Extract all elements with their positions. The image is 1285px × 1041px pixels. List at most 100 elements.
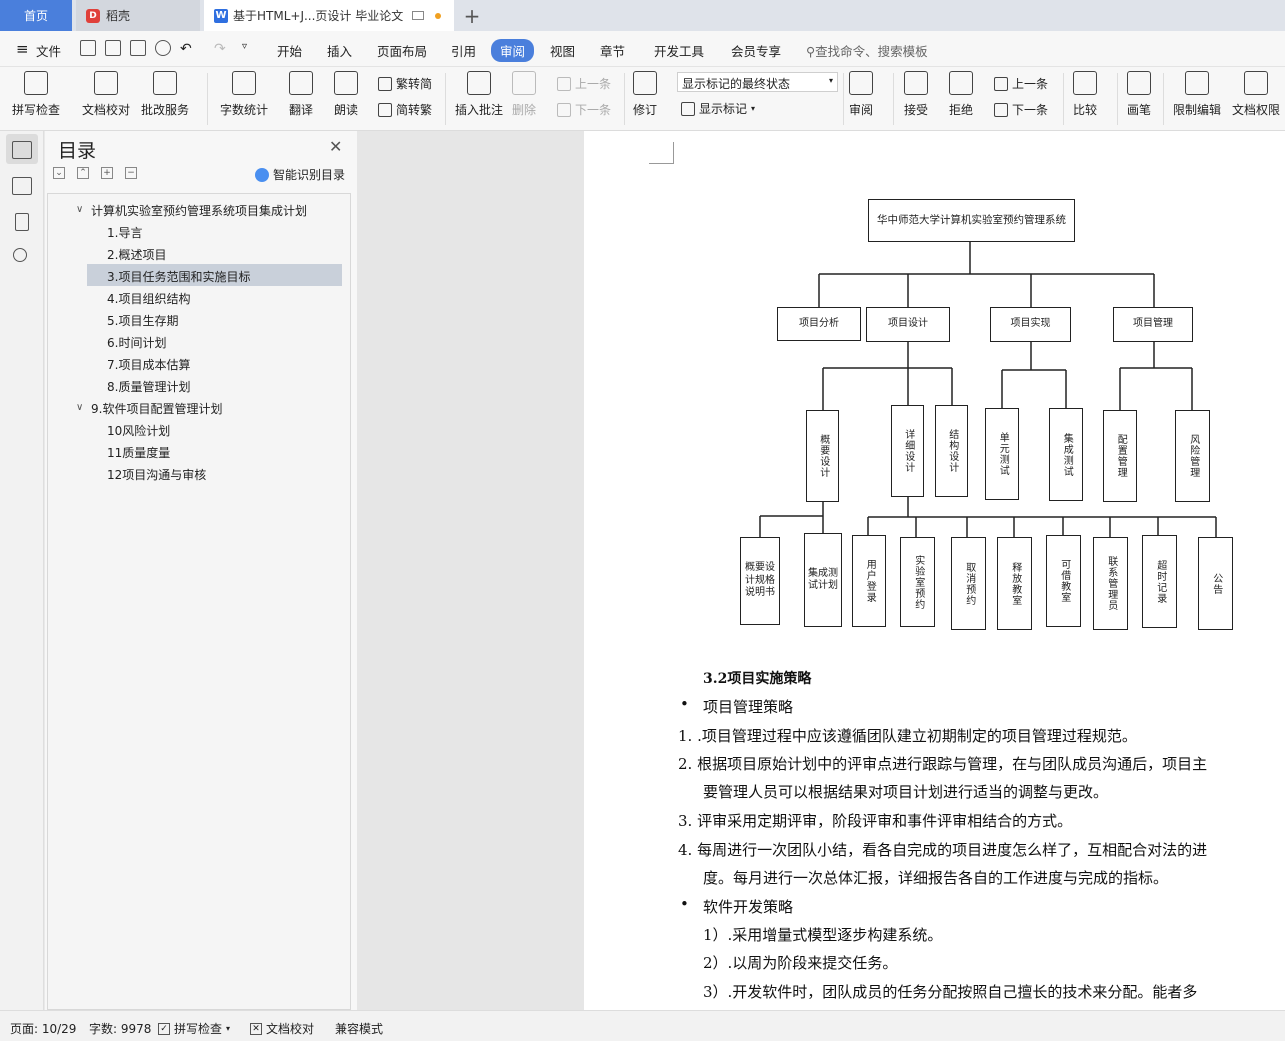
prev-comment-label: 上一条 xyxy=(575,77,612,91)
expand-up-icon[interactable]: ⌃ xyxy=(77,167,89,179)
show-marks-icon xyxy=(681,101,695,116)
status-spell-check[interactable]: ✓ 拼写检查 ▾ xyxy=(158,1020,230,1037)
toc-item[interactable]: 8.质量管理计划 xyxy=(107,378,190,395)
export-pdf-icon[interactable] xyxy=(105,40,121,56)
spell-check-button[interactable]: 拼写检查 xyxy=(12,71,60,118)
collapse-all-icon[interactable]: ⌄ xyxy=(53,167,65,179)
toc-item[interactable]: 计算机实验室预约管理系统项目集成计划 xyxy=(91,202,307,219)
menu-file[interactable]: 文件 xyxy=(36,41,61,60)
undo-icon[interactable]: ↶ xyxy=(180,41,192,57)
bullet-dot: • xyxy=(680,895,689,913)
review-pane-icon xyxy=(849,71,873,95)
expand-caret-icon[interactable]: ∨ xyxy=(76,402,83,413)
smart-toc-button[interactable]: 智能识别目录 xyxy=(255,166,345,183)
print-preview-icon[interactable] xyxy=(155,40,171,56)
pen-button[interactable]: 画笔 xyxy=(1127,71,1151,118)
reject-button[interactable]: 拒绝 xyxy=(949,71,973,118)
toc-item[interactable]: 9.软件项目配置管理计划 xyxy=(91,400,222,417)
bullet-text: 软件开发策略 xyxy=(703,898,794,916)
menu-insert[interactable]: 插入 xyxy=(327,41,352,60)
insert-comment-label: 插入批注 xyxy=(455,103,504,117)
next-change-button[interactable]: 下一条 xyxy=(994,101,1048,118)
word-count-button[interactable]: 字数统计 xyxy=(220,71,268,118)
proofread-button[interactable]: 文档校对 xyxy=(82,71,130,118)
compare-button[interactable]: 比较 xyxy=(1073,71,1097,118)
toc-item[interactable]: 2.概述项目 xyxy=(107,246,166,263)
next-change-label: 下一条 xyxy=(1012,103,1049,117)
toc-list xyxy=(47,193,351,1010)
tab-home[interactable]: 首页 xyxy=(0,0,72,31)
find-icon[interactable] xyxy=(13,248,27,262)
menu-view[interactable]: 视图 xyxy=(550,41,575,60)
markup-state-value: 显示标记的最终状态 xyxy=(682,77,791,91)
next-comment-button[interactable]: 下一条 xyxy=(557,101,611,118)
new-tab-button[interactable]: + xyxy=(462,0,482,31)
prev-comment-button[interactable]: 上一条 xyxy=(557,75,611,92)
add-level-icon[interactable]: + xyxy=(101,167,113,179)
writer-logo-icon: W xyxy=(214,8,228,23)
toc-item[interactable]: 4.项目组织结构 xyxy=(107,290,190,307)
prev-change-button[interactable]: 上一条 xyxy=(994,75,1048,92)
menu-review[interactable]: 审阅 xyxy=(491,39,535,62)
word-count-indicator[interactable]: 字数: 9978 xyxy=(89,1020,151,1037)
toc-item-selected[interactable]: 3.项目任务范围和实施目标 xyxy=(87,264,342,286)
delete-comment-button[interactable]: 删除 xyxy=(512,71,536,118)
menu-references[interactable]: 引用 xyxy=(451,41,476,60)
trad-to-simp-button[interactable]: 繁转简 xyxy=(378,75,432,92)
redo-icon[interactable]: ↷ xyxy=(214,41,226,57)
org-l3-box: 集成测试计划 xyxy=(804,533,842,627)
expand-caret-icon[interactable]: ∨ xyxy=(76,204,83,215)
accept-button[interactable]: 接受 xyxy=(904,71,928,118)
command-search[interactable]: ⚲查找命令、搜索模板 xyxy=(806,41,928,60)
doc-permission-button[interactable]: 文档权限 xyxy=(1232,71,1280,118)
tab-daoke[interactable]: D 稻壳 xyxy=(76,0,200,31)
ribbon-separator xyxy=(1163,73,1164,125)
compat-mode: 兼容模式 xyxy=(335,1022,384,1036)
org-l1-box: 项目分析 xyxy=(777,307,861,341)
close-icon[interactable]: ✕ xyxy=(329,137,342,156)
restrict-edit-button[interactable]: 限制编辑 xyxy=(1173,71,1221,118)
toc-item[interactable]: 12项目沟通与审核 xyxy=(107,466,206,483)
pen-icon xyxy=(1127,71,1151,95)
batch-icon xyxy=(153,71,177,95)
toc-item[interactable]: 10风险计划 xyxy=(107,422,170,439)
page-indicator[interactable]: 页面: 10/29 xyxy=(10,1020,76,1037)
menu-chapter[interactable]: 章节 xyxy=(600,41,625,60)
track-changes-button[interactable]: 修订 xyxy=(633,71,657,118)
toc-item[interactable]: 6.时间计划 xyxy=(107,334,166,351)
org-l2-box: 配置管理 xyxy=(1103,410,1137,502)
bookmark-icon[interactable] xyxy=(15,213,29,231)
translate-button[interactable]: 翻译 xyxy=(289,71,313,118)
simp-to-trad-button[interactable]: 简转繁 xyxy=(378,101,432,118)
review-pane-label: 审阅 xyxy=(849,103,874,117)
menu-start[interactable]: 开始 xyxy=(277,41,302,60)
menu-member[interactable]: 会员专享 xyxy=(731,41,781,60)
org-l3-box: 实验室预约 xyxy=(900,537,935,627)
screen-icon[interactable] xyxy=(412,11,425,20)
menu-developer[interactable]: 开发工具 xyxy=(654,41,704,60)
toc-item[interactable]: 5.项目生存期 xyxy=(107,312,178,329)
toc-icon[interactable] xyxy=(12,141,32,159)
save-icon[interactable] xyxy=(80,40,96,56)
proofread-icon xyxy=(94,71,118,95)
markup-state-select[interactable]: 显示标记的最终状态 ▾ xyxy=(677,72,838,92)
toc-item[interactable]: 1.导言 xyxy=(107,224,142,241)
chapter-icon[interactable] xyxy=(12,177,32,195)
toc-item[interactable]: 11质量度量 xyxy=(107,444,170,461)
hamburger-icon[interactable]: ≡ xyxy=(16,40,29,58)
status-proofread[interactable]: ✕ 文档校对 xyxy=(250,1020,314,1037)
show-marks-button[interactable]: 显示标记 ▾ xyxy=(681,100,755,117)
section-heading: 3.2项目实施策略 xyxy=(703,671,812,687)
customize-dropdown-icon[interactable]: ▿ xyxy=(242,41,247,52)
toc-item[interactable]: 7.项目成本估算 xyxy=(107,356,190,373)
read-aloud-button[interactable]: 朗读 xyxy=(334,71,358,118)
org-l3-box: 取消预约 xyxy=(951,537,986,630)
batch-service-button[interactable]: 批改服务 xyxy=(141,71,189,118)
print-icon[interactable] xyxy=(130,40,146,56)
insert-comment-button[interactable]: 插入批注 xyxy=(455,71,503,118)
list-item: 4. 每周进行一次团队小结，看各自完成的项目进度怎么样了，互相配合对法的进 xyxy=(678,841,1208,859)
tab-document[interactable]: W 基于HTML+J...页设计 毕业论文 xyxy=(204,0,454,31)
review-pane-button[interactable]: 审阅 xyxy=(849,71,873,118)
remove-level-icon[interactable]: − xyxy=(125,167,137,179)
menu-layout[interactable]: 页面布局 xyxy=(377,41,427,60)
